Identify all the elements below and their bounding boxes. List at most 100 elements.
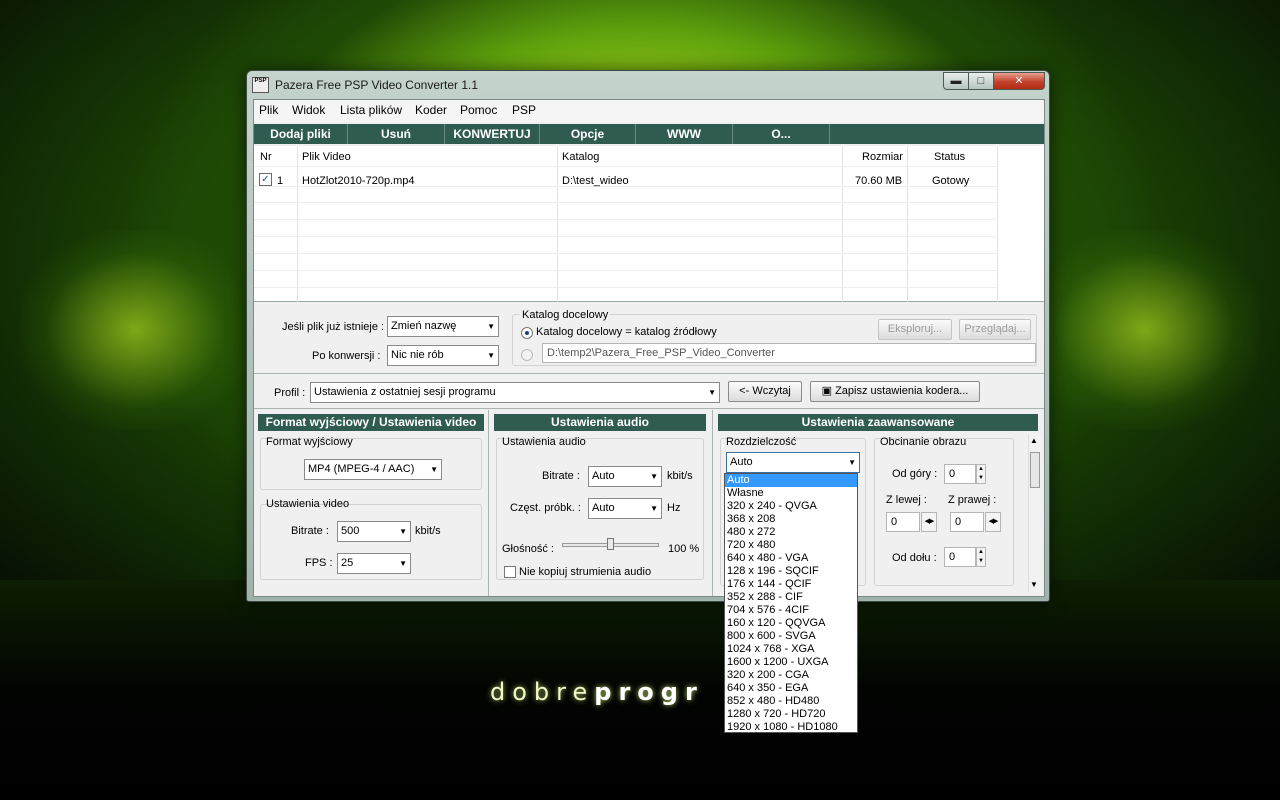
menu-koder[interactable]: Koder — [415, 103, 447, 117]
video-bitrate-select[interactable]: 500 ▼ — [337, 521, 411, 542]
chevron-down-icon: ▼ — [650, 472, 658, 481]
crop-left-input[interactable]: 0 — [886, 512, 920, 532]
resolution-option[interactable]: 1600 x 1200 - UXGA — [725, 656, 857, 669]
scroll-up-icon[interactable]: ▲ — [1030, 436, 1038, 445]
file-list[interactable]: Nr Plik Video Katalog Rozmiar Status ✓ 1… — [254, 146, 1044, 302]
row-dir: D:\test_wideo — [562, 175, 629, 187]
profile-select[interactable]: Ustawienia z ostatniej sesji programu ▼ — [310, 382, 720, 403]
row-checkbox[interactable]: ✓ — [259, 173, 272, 186]
column-header-file[interactable]: Plik Video — [302, 151, 351, 163]
menu-plik[interactable]: Plik — [259, 103, 278, 117]
crop-left-spinner[interactable]: ◀▶ — [921, 512, 937, 532]
resolution-option[interactable]: 320 x 200 - CGA — [725, 669, 857, 682]
if-exists-label: Jeśli plik już istnieje : — [282, 321, 385, 333]
menu-pomoc[interactable]: Pomoc — [460, 103, 497, 117]
load-profile-button[interactable]: <- Wczytaj — [728, 381, 802, 402]
video-bitrate-unit: kbit/s — [415, 525, 441, 537]
scroll-down-icon[interactable]: ▼ — [1030, 580, 1038, 589]
convert-button[interactable]: KONWERTUJ — [445, 124, 540, 144]
sample-rate-select[interactable]: Auto ▼ — [588, 498, 662, 519]
profile-label: Profil : — [274, 387, 306, 399]
resolution-option[interactable]: 640 x 480 - VGA — [725, 552, 857, 565]
resolution-option[interactable]: 480 x 272 — [725, 526, 857, 539]
column-header-dir[interactable]: Katalog — [562, 151, 599, 163]
crop-right-input[interactable]: 0 — [950, 512, 984, 532]
app-icon[interactable]: PSP — [252, 77, 269, 93]
client-area: Plik Widok Lista plików Koder Pomoc PSP … — [253, 99, 1045, 597]
advanced-scrollbar[interactable]: ▲ ▼ — [1028, 434, 1042, 592]
volume-label: Głośność : — [502, 543, 554, 555]
save-profile-button[interactable]: ▣ Zapisz ustawienia kodera... — [810, 381, 980, 402]
resolution-dropdown-list[interactable]: Auto Własne 320 x 240 - QVGA 368 x 208 480 x… — [724, 473, 858, 733]
target-same-label: Katalog docelowy = katalog źródłowy — [536, 326, 717, 338]
target-custom-radio[interactable] — [521, 349, 533, 361]
after-conversion-select[interactable]: Nic nie rób ▼ — [387, 345, 499, 366]
resolution-option[interactable]: 852 x 480 - HD480 — [725, 695, 857, 708]
watermark-light: dobre — [490, 678, 595, 706]
format-select[interactable]: MP4 (MPEG-4 / AAC) ▼ — [304, 459, 442, 480]
audio-panel-header: Ustawienia audio — [494, 414, 706, 431]
resolution-option[interactable]: 1920 x 1080 - HD1080 — [725, 721, 857, 734]
column-header-status[interactable]: Status — [934, 151, 965, 163]
spin-down-icon: ▼ — [978, 558, 984, 564]
if-exists-select[interactable]: Zmień nazwę ▼ — [387, 316, 499, 337]
watermark-bold: progr — [594, 678, 704, 706]
remove-button[interactable]: Usuń — [348, 124, 445, 144]
explore-button[interactable]: Eksploruj... — [878, 319, 952, 340]
fps-select[interactable]: 25 ▼ — [337, 553, 411, 574]
www-button[interactable]: WWW — [636, 124, 733, 144]
target-same-radio[interactable] — [521, 327, 533, 339]
resolution-option[interactable]: 176 x 144 - QCIF — [725, 578, 857, 591]
background-glow-left — [20, 230, 250, 430]
minimize-button[interactable]: ▬ — [943, 72, 969, 90]
resolution-option[interactable]: 160 x 120 - QQVGA — [725, 617, 857, 630]
sample-rate-unit: Hz — [667, 502, 681, 514]
resolution-option[interactable]: 368 x 208 — [725, 513, 857, 526]
crop-top-spinner[interactable]: ▲ ▼ — [976, 464, 986, 484]
chevron-down-icon: ▼ — [650, 504, 658, 513]
target-dir-group-label: Katalog docelowy — [520, 309, 611, 321]
title-bar[interactable]: PSP Pazera Free PSP Video Converter 1.1 … — [247, 71, 1049, 99]
menu-lista-plikow[interactable]: Lista plików — [340, 103, 402, 117]
add-files-button[interactable]: Dodaj pliki — [254, 124, 348, 144]
close-button[interactable]: ✕ — [993, 72, 1045, 90]
crop-bottom-input[interactable]: 0 — [944, 547, 976, 567]
resolution-option[interactable]: 704 x 576 - 4CIF — [725, 604, 857, 617]
resolution-group-label: Rozdzielczość — [726, 436, 797, 448]
no-copy-audio-checkbox[interactable] — [504, 566, 516, 578]
crop-group-label: Obcinanie obrazu — [880, 436, 967, 448]
video-settings-group-label: Ustawienia video — [266, 498, 350, 510]
resolution-option[interactable]: Auto — [725, 474, 857, 487]
resolution-option[interactable]: 720 x 480 — [725, 539, 857, 552]
resolution-option[interactable]: 800 x 600 - SVGA — [725, 630, 857, 643]
crop-bottom-spinner[interactable]: ▲ ▼ — [976, 547, 986, 567]
options-button[interactable]: Opcje — [540, 124, 636, 144]
resolution-option[interactable]: Własne — [725, 487, 857, 500]
audio-bitrate-select[interactable]: Auto ▼ — [588, 466, 662, 487]
about-button[interactable]: O... — [733, 124, 830, 144]
app-window: PSP Pazera Free PSP Video Converter 1.1 … — [246, 70, 1050, 602]
maximize-button[interactable]: □ — [968, 72, 994, 90]
resolution-option[interactable]: 320 x 240 - QVGA — [725, 500, 857, 513]
menu-widok[interactable]: Widok — [292, 103, 325, 117]
column-header-size[interactable]: Rozmiar — [862, 151, 903, 163]
row-nr: 1 — [277, 175, 284, 187]
resolution-select[interactable]: Auto ▼ — [726, 452, 860, 473]
crop-top-input[interactable]: 0 — [944, 464, 976, 484]
resolution-option[interactable]: 1024 x 768 - XGA — [725, 643, 857, 656]
scrollbar-thumb[interactable] — [1030, 452, 1040, 488]
resolution-option[interactable]: 128 x 196 - SQCIF — [725, 565, 857, 578]
resolution-option[interactable]: 1280 x 720 - HD720 — [725, 708, 857, 721]
chevron-down-icon: ▼ — [399, 559, 407, 568]
target-dir-input[interactable]: D:\temp2\Pazera_Free_PSP_Video_Converter — [542, 343, 1036, 363]
resolution-option[interactable]: 352 x 288 - CIF — [725, 591, 857, 604]
crop-right-spinner[interactable]: ◀▶ — [985, 512, 1001, 532]
menu-psp[interactable]: PSP — [512, 103, 536, 117]
row-status: Gotowy — [932, 175, 970, 187]
audio-bitrate-unit: kbit/s — [667, 470, 693, 482]
fps-label: FPS : — [305, 557, 333, 569]
volume-slider-thumb[interactable] — [607, 538, 614, 550]
column-header-nr[interactable]: Nr — [260, 151, 272, 163]
resolution-option[interactable]: 640 x 350 - EGA — [725, 682, 857, 695]
browse-button[interactable]: Przeglądaj... — [959, 319, 1031, 340]
